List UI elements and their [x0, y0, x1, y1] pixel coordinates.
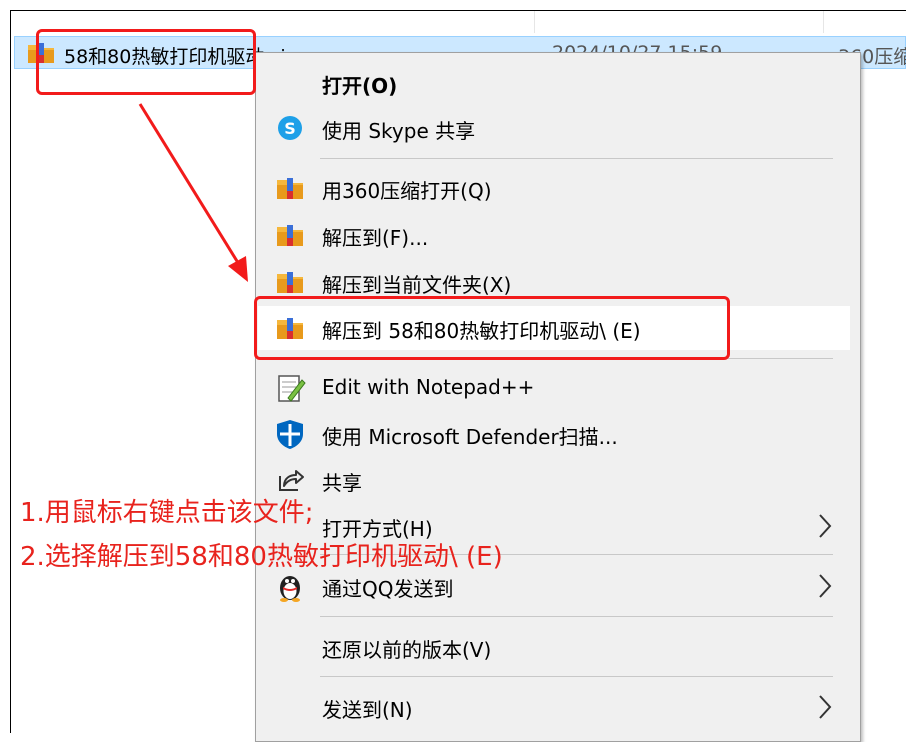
annotation-step-1: 1.用鼠标右键点击该文件;	[20, 498, 314, 528]
annotation-step-2: 2.选择解压到58和80热敏打印机驱动\ (E)	[20, 542, 503, 572]
annotation-arrow	[138, 103, 248, 282]
